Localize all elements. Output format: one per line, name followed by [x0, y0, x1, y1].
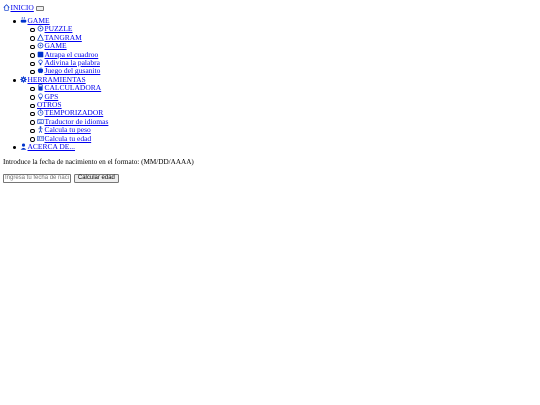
- home-label: INICIO: [10, 3, 34, 12]
- age-form: Calcular edad: [3, 173, 119, 183]
- menu-label-acerca: ACERCA DE...: [27, 142, 76, 152]
- main-menu: GAME PUZZLE TANGRAM GAME Atrapa el cuadr…: [0, 16, 108, 152]
- square-icon: [37, 51, 44, 58]
- calculator-icon: [37, 84, 44, 91]
- id-card-icon: [37, 135, 44, 142]
- lightbulb-icon: [37, 59, 44, 66]
- person-icon: [37, 126, 44, 134]
- puzzle-icon: [37, 25, 44, 32]
- user-icon: [20, 143, 27, 150]
- submenu-item-calculadora: CALCULADORA: [20, 84, 108, 92]
- clock-icon: [37, 109, 44, 117]
- top-bar: INICIO: [3, 3, 44, 12]
- controller-icon: [37, 42, 44, 49]
- apple-icon: [37, 67, 44, 74]
- home-link[interactable]: INICIO: [3, 3, 34, 12]
- submenu-herramientas: CALCULADORA GPS OTROS TEMPORIZADOR Tradu…: [20, 84, 108, 143]
- keyboard-icon: [37, 118, 44, 125]
- menu-section-acerca: ACERCA DE...: [0, 142, 108, 151]
- instruction-text: Introduce la fecha de nacimiento en el f…: [3, 158, 194, 166]
- birthdate-input[interactable]: [3, 173, 71, 183]
- home-icon: [3, 4, 10, 11]
- menu-section-herramientas: HERRAMIENTAS CALCULADORA GPS OTROS TEMPO…: [0, 75, 108, 143]
- hamburger-icon[interactable]: [35, 5, 44, 11]
- submenu-game: PUZZLE TANGRAM GAME Atrapa el cuadroo Ad…: [20, 25, 108, 75]
- location-icon: [37, 93, 44, 100]
- triangle-icon: [37, 33, 44, 41]
- menu-link-acerca[interactable]: ACERCA DE...: [20, 142, 75, 151]
- gamepad-icon: [20, 17, 27, 24]
- gear-icon: [20, 76, 27, 83]
- submenu-item-gps: GPS: [20, 92, 108, 101]
- menu-section-game: GAME PUZZLE TANGRAM GAME Atrapa el cuadr…: [0, 16, 108, 76]
- calculate-age-button[interactable]: Calcular edad: [73, 173, 119, 183]
